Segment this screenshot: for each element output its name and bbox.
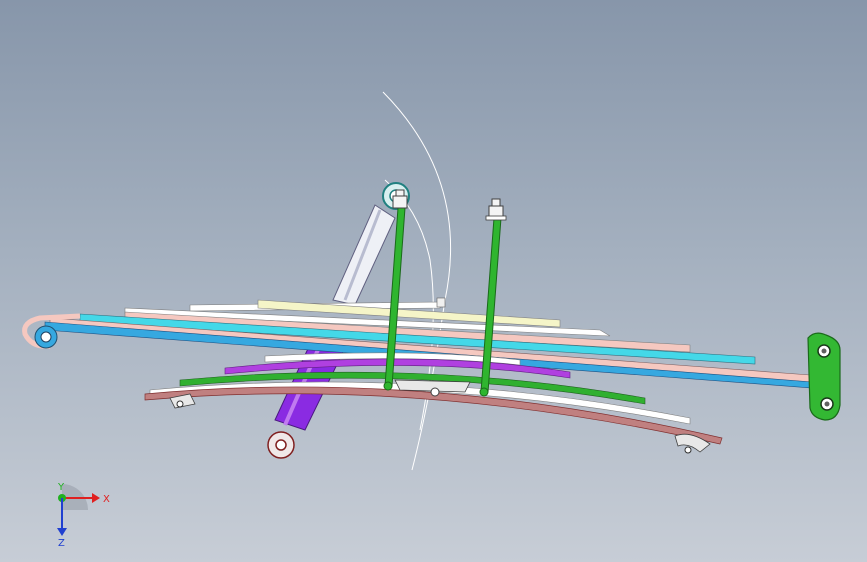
y-axis-label: Y: [57, 482, 65, 493]
leaf-spring-assembly-model[interactable]: [0, 0, 867, 562]
rear-shackle[interactable]: [807, 332, 841, 421]
z-axis-label: Z: [58, 538, 65, 548]
x-axis-label: X: [103, 494, 110, 505]
cad-viewport[interactable]: X Y Z: [0, 0, 867, 562]
z-axis-arrow: [57, 528, 67, 536]
x-axis-arrow: [92, 493, 100, 503]
coordinate-triad: X Y Z: [57, 482, 110, 548]
